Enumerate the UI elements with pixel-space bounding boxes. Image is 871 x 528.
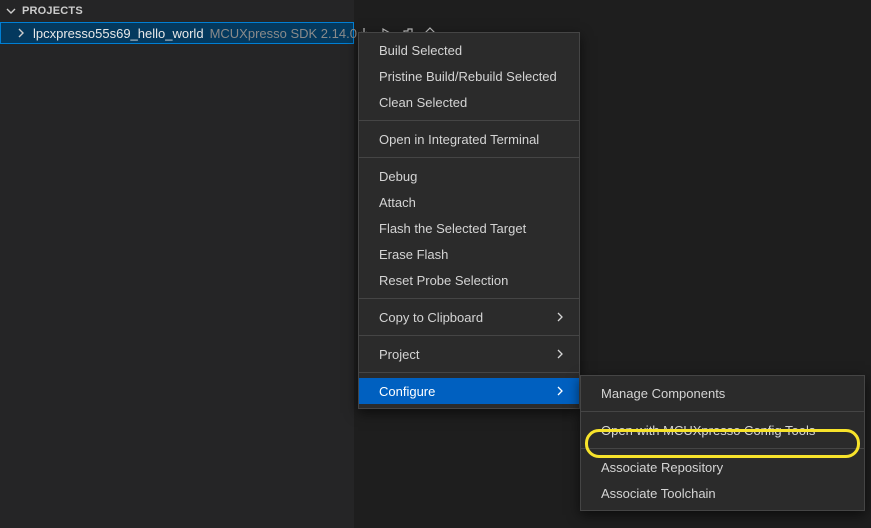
- menu-reset-probe[interactable]: Reset Probe Selection: [359, 267, 579, 293]
- project-row[interactable]: lpcxpresso55s69_hello_world MCUXpresso S…: [0, 22, 354, 44]
- menu-separator: [581, 411, 864, 412]
- projects-panel: PROJECTS lpcxpresso55s69_hello_world MCU…: [0, 0, 355, 528]
- menu-separator: [581, 448, 864, 449]
- menu-attach[interactable]: Attach: [359, 189, 579, 215]
- menu-separator: [359, 157, 579, 158]
- menu-debug[interactable]: Debug: [359, 163, 579, 189]
- menu-pristine-build[interactable]: Pristine Build/Rebuild Selected: [359, 63, 579, 89]
- menu-flash-target[interactable]: Flash the Selected Target: [359, 215, 579, 241]
- menu-separator: [359, 298, 579, 299]
- menu-configure[interactable]: Configure: [359, 378, 579, 404]
- project-name: lpcxpresso55s69_hello_world: [33, 26, 204, 41]
- chevron-right-icon: [555, 386, 565, 396]
- menu-separator: [359, 335, 579, 336]
- submenu-associate-repository[interactable]: Associate Repository: [581, 454, 864, 480]
- projects-panel-header[interactable]: PROJECTS: [0, 0, 354, 22]
- menu-copy-clipboard[interactable]: Copy to Clipboard: [359, 304, 579, 330]
- panel-title: PROJECTS: [22, 5, 83, 17]
- menu-project[interactable]: Project: [359, 341, 579, 367]
- chevron-right-icon: [555, 312, 565, 322]
- context-menu: Build Selected Pristine Build/Rebuild Se…: [358, 32, 580, 409]
- submenu-associate-toolchain[interactable]: Associate Toolchain: [581, 480, 864, 506]
- menu-separator: [359, 372, 579, 373]
- configure-submenu: Manage Components Open with MCUXpresso C…: [580, 375, 865, 511]
- submenu-manage-components[interactable]: Manage Components: [581, 380, 864, 406]
- chevron-right-icon: [555, 349, 565, 359]
- submenu-open-config-tools[interactable]: Open with MCUXpresso Config Tools: [581, 417, 864, 443]
- menu-erase-flash[interactable]: Erase Flash: [359, 241, 579, 267]
- menu-open-terminal[interactable]: Open in Integrated Terminal: [359, 126, 579, 152]
- chevron-right-icon: [15, 26, 27, 40]
- project-meta: MCUXpresso SDK 2.14.0: [210, 26, 357, 41]
- menu-build-selected[interactable]: Build Selected: [359, 37, 579, 63]
- menu-clean-selected[interactable]: Clean Selected: [359, 89, 579, 115]
- chevron-down-icon: [4, 4, 18, 18]
- menu-separator: [359, 120, 579, 121]
